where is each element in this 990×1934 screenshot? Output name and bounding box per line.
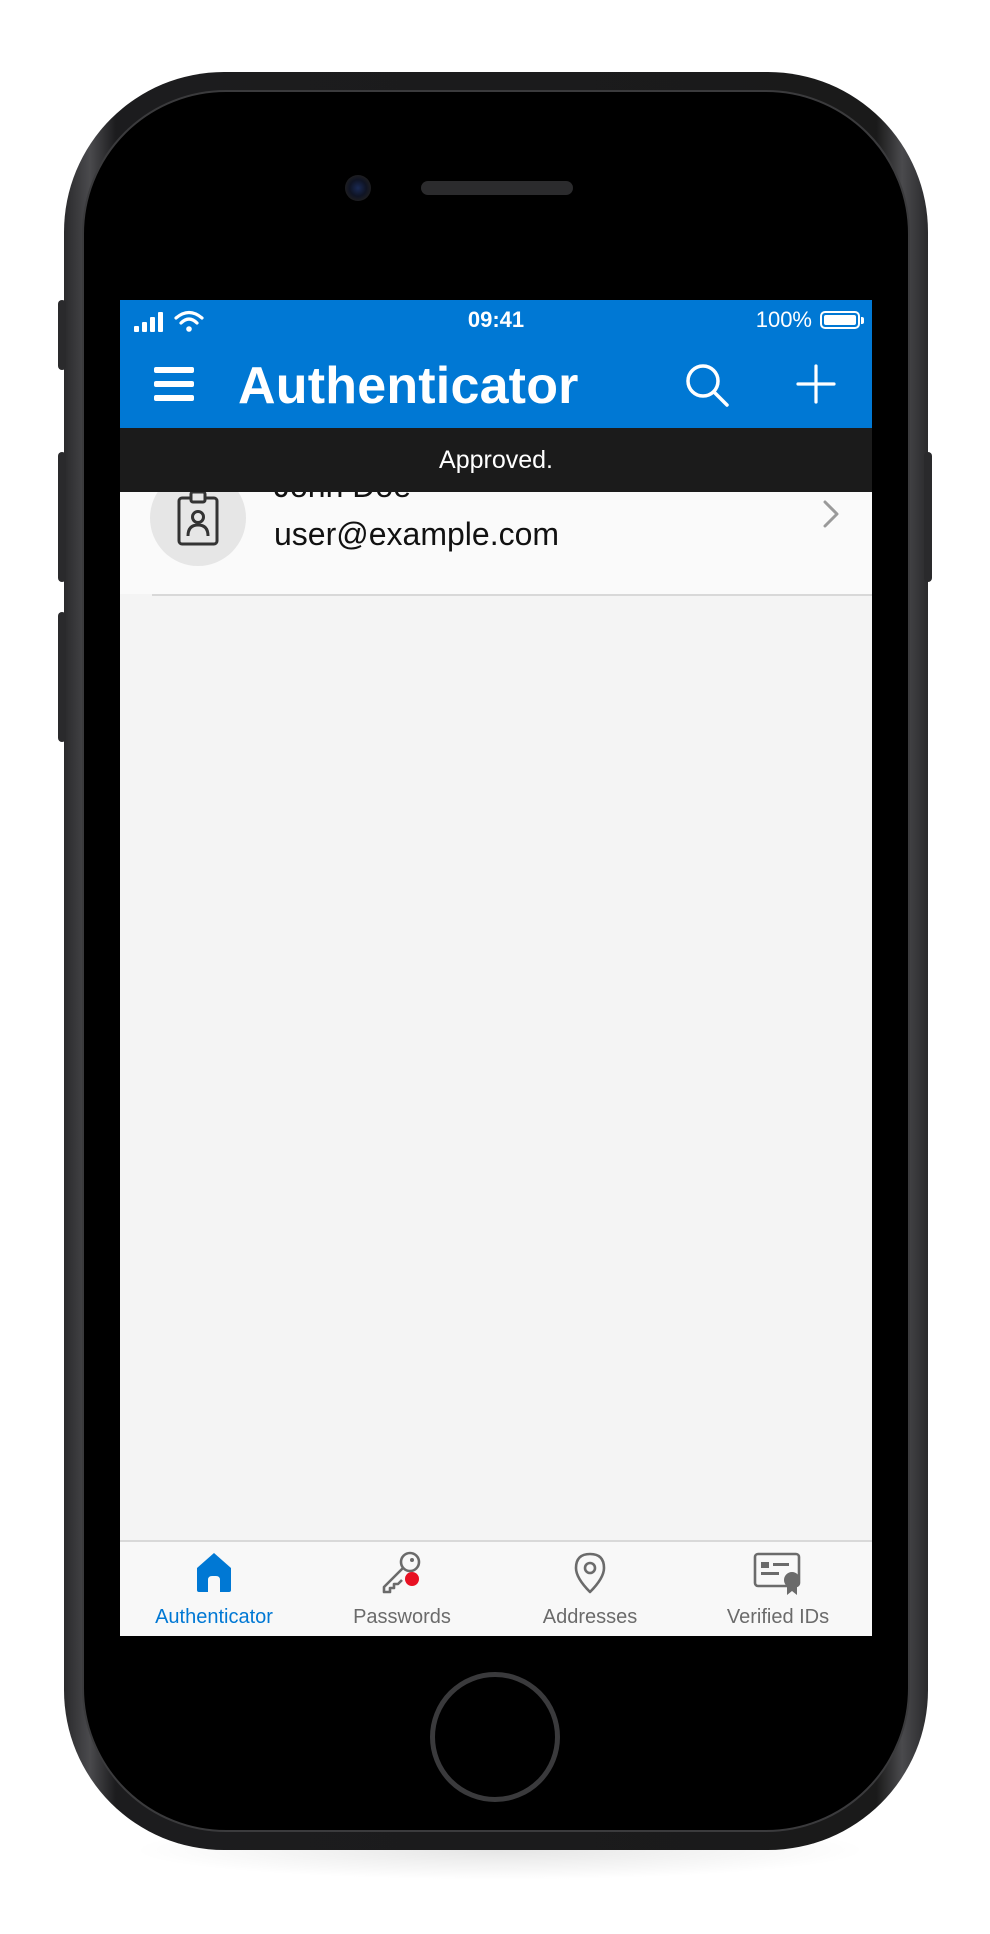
front-camera bbox=[345, 175, 371, 201]
tab-label: Passwords bbox=[353, 1606, 451, 1628]
battery-icon bbox=[820, 311, 864, 329]
verified-id-card-icon bbox=[753, 1552, 801, 1595]
app-screen: 09:41 100% Authenticator Approved. user@… bbox=[120, 300, 872, 1636]
power-button bbox=[924, 452, 932, 582]
tab-authenticator[interactable]: Authenticator bbox=[120, 1542, 308, 1636]
volume-down-button bbox=[58, 612, 66, 742]
tab-label: Addresses bbox=[542, 1606, 638, 1628]
volume-up-button bbox=[58, 452, 66, 582]
menu-icon[interactable] bbox=[154, 364, 194, 404]
earpiece-speaker bbox=[421, 181, 573, 195]
location-pin-icon bbox=[574, 1552, 606, 1594]
page-title: Authenticator bbox=[238, 357, 579, 415]
mute-switch bbox=[58, 300, 66, 370]
row-divider bbox=[152, 594, 872, 596]
status-right: 100% bbox=[755, 307, 864, 333]
app-bar: Authenticator bbox=[120, 340, 872, 428]
tab-icon-wrap bbox=[684, 1550, 872, 1600]
tab-label: Authenticator bbox=[155, 1606, 273, 1628]
tab-icon-wrap bbox=[308, 1550, 496, 1600]
add-icon[interactable] bbox=[796, 364, 836, 404]
chevron-right-icon bbox=[823, 500, 839, 528]
id-badge-icon bbox=[177, 490, 219, 546]
status-bar: 09:41 100% bbox=[120, 300, 872, 340]
approval-toast: Approved. bbox=[120, 428, 872, 492]
home-button[interactable] bbox=[430, 1672, 560, 1802]
account-email: user@example.com bbox=[274, 516, 560, 552]
tab-addresses[interactable]: Addresses bbox=[496, 1542, 684, 1636]
tab-label: Verified IDs bbox=[726, 1606, 830, 1628]
search-icon[interactable] bbox=[684, 362, 730, 408]
account-list-item[interactable]: John Doe user@example.com bbox=[120, 468, 872, 594]
battery-fill bbox=[824, 315, 856, 325]
key-icon bbox=[382, 1551, 421, 1594]
battery-percent: 100% bbox=[755, 307, 812, 332]
tab-passwords[interactable]: Passwords bbox=[308, 1542, 496, 1636]
tab-icon-wrap bbox=[496, 1550, 684, 1600]
tab-icon-wrap bbox=[120, 1550, 308, 1600]
tab-verified-ids[interactable]: Verified IDs bbox=[684, 1542, 872, 1636]
home-icon bbox=[197, 1553, 231, 1592]
bottom-tab-bar: Authenticator Passwords Addresses Verifi… bbox=[120, 1540, 872, 1636]
